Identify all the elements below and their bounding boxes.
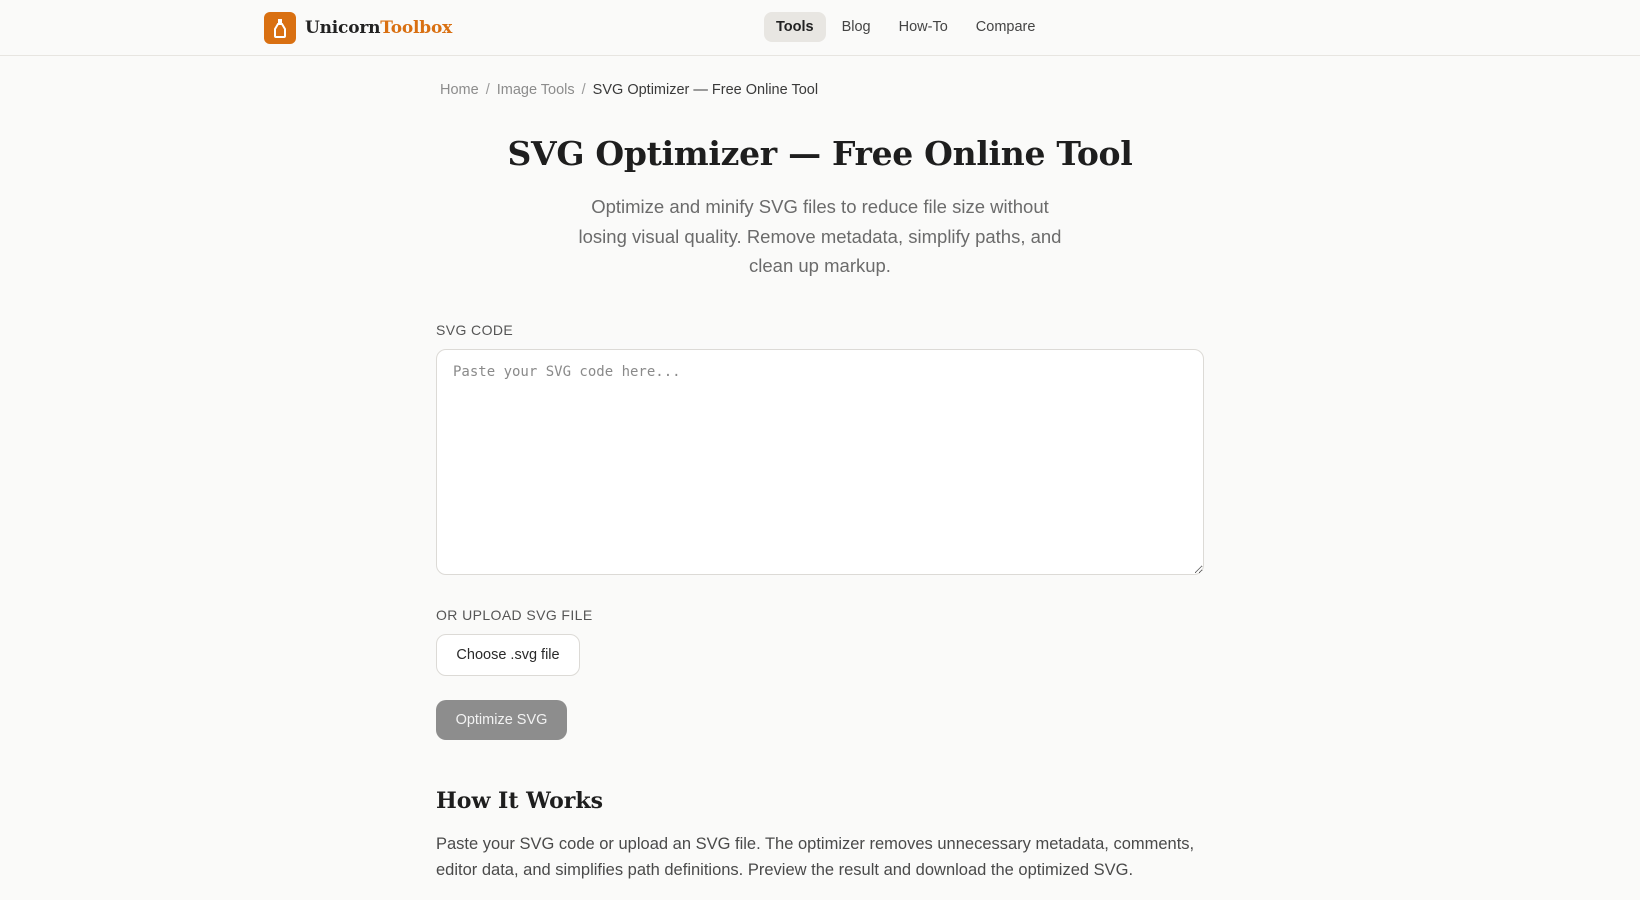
- logo-text-toolbox: Toolbox: [380, 18, 453, 38]
- svg-code-label: SVG CODE: [436, 322, 514, 338]
- nav-tools[interactable]: Tools: [764, 12, 826, 42]
- breadcrumb-current: SVG Optimizer — Free Online Tool: [592, 82, 819, 98]
- choose-file-button[interactable]: Choose .svg file: [436, 634, 580, 676]
- upload-label: OR UPLOAD SVG FILE: [436, 607, 593, 623]
- breadcrumb-separator: /: [485, 82, 490, 98]
- bottle-icon: [264, 12, 296, 44]
- logo-text-unicorn: Unicorn: [305, 18, 381, 38]
- breadcrumb-separator: /: [581, 82, 586, 98]
- svg-code-input[interactable]: [436, 349, 1204, 575]
- breadcrumb: Home / Image Tools / SVG Optimizer — Fre…: [440, 82, 818, 98]
- main-nav: Tools Blog How-To Compare: [764, 12, 1051, 42]
- how-it-works-heading: How It Works: [436, 788, 603, 814]
- page-subtitle: Optimize and minify SVG files to reduce …: [578, 196, 1062, 276]
- breadcrumb-home[interactable]: Home: [440, 82, 479, 98]
- how-it-works-text: Paste your SVG code or upload an SVG fil…: [436, 835, 1195, 879]
- breadcrumb-image-tools[interactable]: Image Tools: [497, 82, 575, 98]
- nav-compare[interactable]: Compare: [964, 12, 1048, 42]
- nav-how-to[interactable]: How-To: [887, 12, 960, 42]
- site-logo[interactable]: UnicornToolbox: [264, 12, 452, 44]
- top-navigation-bar: UnicornToolbox Tools Blog How-To Compare: [0, 0, 1640, 56]
- nav-blog[interactable]: Blog: [830, 12, 883, 42]
- optimize-svg-button[interactable]: Optimize SVG: [436, 700, 567, 740]
- site-logo-text: UnicornToolbox: [305, 18, 452, 38]
- page-title: SVG Optimizer — Free Online Tool: [507, 134, 1133, 173]
